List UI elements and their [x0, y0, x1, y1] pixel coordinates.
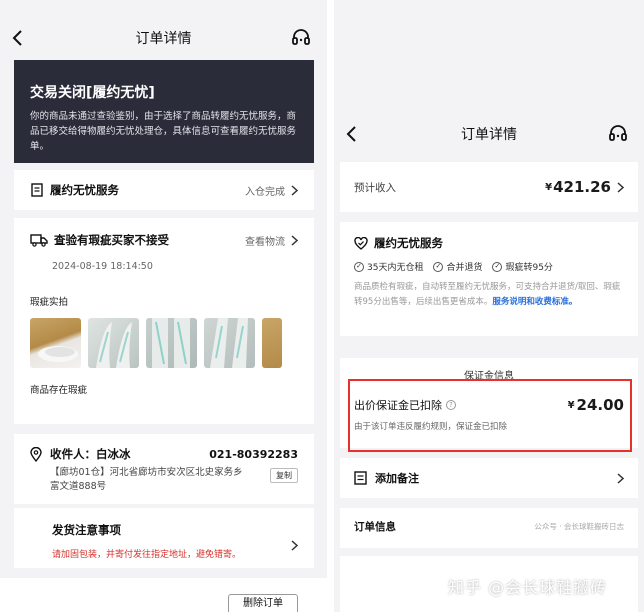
right-screen: 订单详情 预计收入 ¥ 421.26 履约无忧服务 ✓ 35天内无仓租 ✓ 合并…: [334, 0, 644, 612]
receiver-name: 收件人：白冰冰: [50, 447, 131, 461]
address-line: 【廊坊01仓】河北省廊坊市安次区北史家务乡富文道888号: [50, 467, 243, 492]
chevron-right-icon: [291, 184, 298, 196]
service-chip: ✓ 35天内无仓租: [354, 260, 423, 273]
inspection-card: 查验有瑕疵买家不接受 查看物流 2024-08-19 18:14:50 瑕疵实拍: [14, 218, 314, 424]
defect-photo[interactable]: [204, 318, 255, 368]
screen-divider: [327, 0, 334, 612]
defect-photo[interactable]: [262, 318, 282, 368]
add-remark-row[interactable]: 添加备注: [340, 458, 638, 498]
income-row[interactable]: 预计收入 ¥ 421.26: [340, 162, 638, 212]
right-header: 订单详情: [334, 112, 644, 156]
income-currency: ¥: [545, 181, 553, 193]
storage-note: 商品存在瑕疵: [30, 385, 88, 396]
status-banner: 交易关闭[履约无忧] 你的商品未通过查验鉴别，由于选择了商品转履约无忧服务，商品…: [14, 60, 314, 163]
service-title: 履约无忧服务: [374, 236, 443, 250]
shipping-notes-card[interactable]: 发货注意事项 请加固包装，并寄付发往指定地址，避免错寄。: [14, 508, 314, 568]
service-row[interactable]: 履约无忧服务 入仓完成: [14, 170, 314, 210]
chevron-right-icon: [291, 540, 298, 551]
order-info-label: 订单信息: [354, 520, 396, 533]
document-icon: [31, 183, 43, 197]
defect-photo[interactable]: [30, 318, 81, 368]
check-circle-icon: ✓: [492, 261, 503, 272]
add-remark-label: 添加备注: [375, 472, 419, 485]
receiver-phone: 021-80392283: [209, 447, 298, 461]
left-screen: 订单详情 交易关闭[履约无忧] 你的商品未通过查验鉴别，由于选择了商品转履约无忧…: [0, 0, 327, 612]
status-title: 交易关闭[履约无忧]: [30, 85, 155, 101]
view-logistics-link[interactable]: 查看物流: [245, 233, 285, 248]
income-label: 预计收入: [354, 181, 396, 194]
service-chips: ✓ 35天内无仓租 ✓ 合并退货 ✓ 瑕疵转95分: [354, 260, 624, 273]
service-terms-link[interactable]: 服务说明和收费标准。: [492, 297, 577, 307]
heart-shield-icon: [354, 236, 368, 250]
location-pin-icon: [30, 446, 42, 462]
check-circle-icon: ✓: [354, 261, 364, 272]
service-chip: ✓ 合并退货: [433, 260, 482, 273]
back-icon[interactable]: [346, 112, 376, 156]
bottom-bar: 删除订单: [0, 578, 327, 612]
back-icon[interactable]: [12, 16, 42, 60]
defect-photo[interactable]: [146, 318, 197, 368]
service-card: 履约无忧服务 ✓ 35天内无仓租 ✓ 合并退货 ✓ 瑕疵转95分 商品质检有瑕疵，自动…: [340, 222, 638, 336]
shipping-notes-text: 请加固包装，并寄付发往指定地址，避免错寄。: [52, 550, 242, 560]
left-header: 订单详情: [0, 16, 327, 60]
delete-order-button[interactable]: 删除订单: [228, 594, 298, 612]
check-circle-icon: ✓: [433, 261, 444, 272]
highlight-box: [348, 379, 632, 452]
defect-photo[interactable]: [88, 318, 139, 368]
page-title: 订单详情: [461, 127, 517, 143]
chevron-right-icon: [617, 181, 624, 193]
customer-service-icon[interactable]: [289, 16, 313, 60]
defect-photos: [30, 318, 298, 368]
zhihu-watermark: 知乎 @会长球鞋搬砖: [448, 578, 608, 597]
service-status: 入仓完成: [245, 186, 285, 198]
shipping-notes-title: 发货注意事项: [52, 523, 121, 537]
inspection-time: 2024-08-19 18:14:50: [52, 261, 153, 272]
service-label: 履约无忧服务: [50, 183, 119, 197]
chevron-right-icon: [617, 472, 624, 484]
photos-label: 瑕疵实拍: [30, 297, 69, 308]
truck-icon: [30, 234, 48, 247]
inspection-title: 查验有瑕疵买家不接受: [54, 233, 169, 247]
copy-button[interactable]: 复制: [270, 468, 298, 483]
status-description: 你的商品未通过查验鉴别，由于选择了商品转履约无忧服务，商品已移交给得物履约无忧处…: [30, 111, 297, 152]
account-watermark: 公众号 · 会长球鞋搬砖日志: [534, 521, 624, 531]
note-icon: [354, 471, 367, 485]
service-chip: ✓ 瑕疵转95分: [492, 260, 553, 273]
customer-service-icon[interactable]: [606, 112, 630, 156]
service-description: 商品质检有瑕疵，自动转至履约无忧服务，可支持合并退货/取回、瑕疵转95分出售等，…: [354, 282, 621, 307]
chevron-right-icon: [291, 234, 298, 246]
order-info-row[interactable]: 订单信息 公众号 · 会长球鞋搬砖日志: [340, 508, 638, 548]
page-title: 订单详情: [135, 31, 192, 47]
address-card: 收件人：白冰冰 021-80392283 【廊坊01仓】河北省廊坊市安次区北史家…: [14, 434, 314, 504]
income-amount: 421.26: [553, 178, 611, 196]
